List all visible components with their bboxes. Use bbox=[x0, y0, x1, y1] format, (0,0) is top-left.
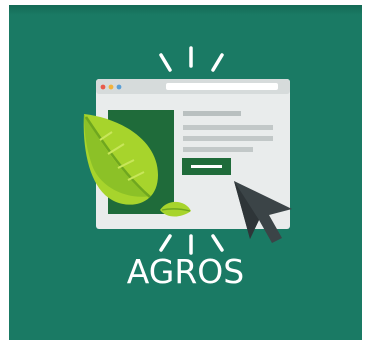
app-name-label: AGROS bbox=[126, 252, 245, 291]
sparkle-rays-top-icon bbox=[159, 46, 224, 72]
sparkle-rays-bottom-icon bbox=[159, 234, 224, 255]
app-illustration bbox=[83, 46, 292, 255]
